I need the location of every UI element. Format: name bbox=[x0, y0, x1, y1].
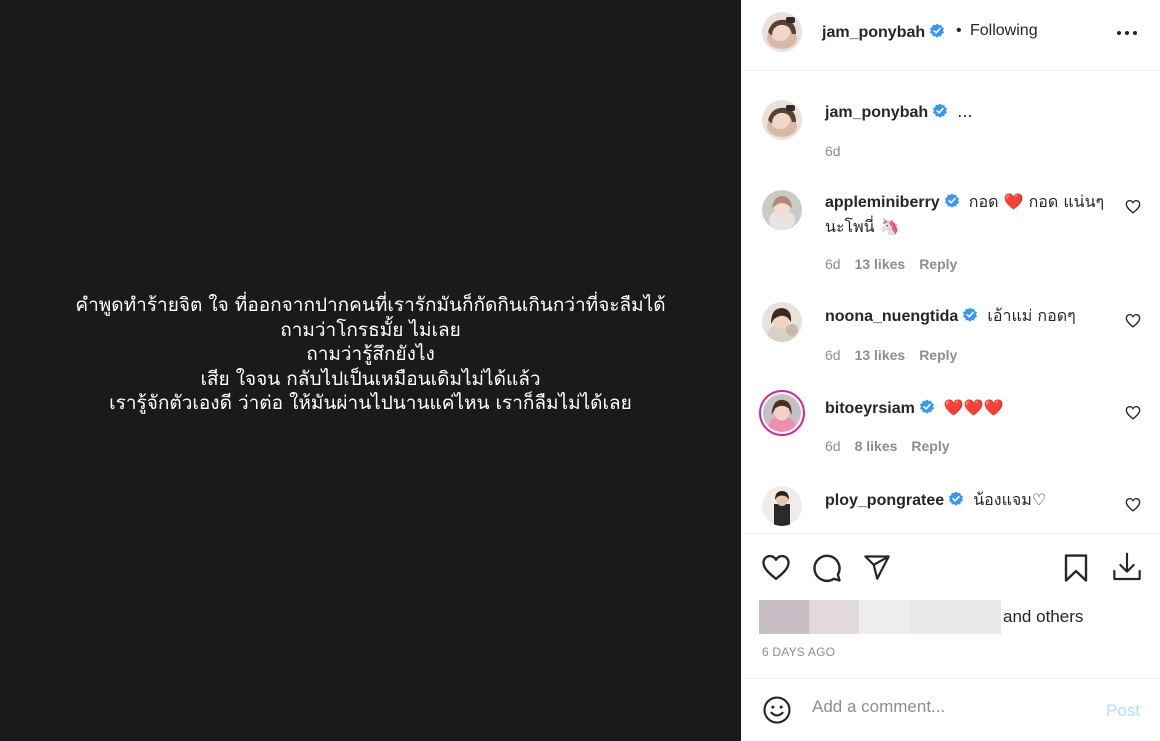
commenter-avatar[interactable] bbox=[759, 390, 805, 436]
comment-meta: 6d 8 likes Reply bbox=[825, 438, 964, 454]
add-comment-bar: Post bbox=[741, 678, 1160, 741]
commenter-avatar[interactable] bbox=[762, 486, 802, 526]
post-actions: and others 6 DAYS AGO bbox=[741, 533, 1160, 678]
comment-input[interactable] bbox=[812, 697, 1082, 717]
comment-like-heart-icon[interactable] bbox=[1125, 199, 1141, 219]
verified-badge-icon bbox=[944, 192, 960, 215]
comment-text: น้องแจม♡ bbox=[973, 490, 1047, 509]
author-avatar[interactable] bbox=[762, 12, 802, 52]
comment-item: appleminiberry กอด ❤️ กอด แน่นๆนะโพนี่ 🦄… bbox=[741, 186, 1160, 286]
comment-item: bitoeyrsiam ❤️❤️❤️ 6d 8 likes Reply bbox=[741, 390, 1160, 472]
comment-username[interactable]: ploy_pongratee bbox=[825, 492, 944, 509]
comment-like-heart-icon[interactable] bbox=[1125, 313, 1141, 333]
liked-by-avatar-blur bbox=[759, 600, 809, 634]
caption-meta: 6d bbox=[825, 143, 855, 159]
comment-likes[interactable]: 13 likes bbox=[855, 256, 906, 272]
caption-time[interactable]: 6d bbox=[825, 143, 841, 159]
post-details-panel: jam_ponybah • Following jam_ponybah ... bbox=[741, 0, 1160, 741]
comment-time[interactable]: 6d bbox=[825, 438, 841, 454]
verified-badge-icon bbox=[919, 398, 935, 421]
comment-time[interactable]: 6d bbox=[825, 256, 841, 272]
liked-by-avatars[interactable] bbox=[759, 600, 1001, 634]
liked-by-text: and others bbox=[1003, 607, 1083, 627]
emoji-icon[interactable] bbox=[762, 695, 792, 730]
download-icon[interactable] bbox=[1111, 551, 1143, 588]
reply-button[interactable]: Reply bbox=[919, 256, 957, 272]
caption-text: ... bbox=[957, 102, 973, 121]
liked-by-others-link[interactable]: others bbox=[1036, 607, 1083, 626]
commenter-avatar[interactable] bbox=[762, 190, 802, 230]
more-horizontal-icon[interactable] bbox=[1116, 24, 1138, 47]
liked-by-avatar-blur bbox=[909, 600, 1001, 634]
comments-list[interactable]: jam_ponybah ... 6d appleminiberry กอด ❤️… bbox=[741, 71, 1160, 533]
verified-badge-icon bbox=[948, 490, 964, 513]
comment-likes[interactable]: 8 likes bbox=[855, 438, 898, 454]
comment-likes[interactable]: 13 likes bbox=[855, 347, 906, 363]
comment-body: appleminiberry กอด ❤️ กอด แน่นๆนะโพนี่ 🦄 bbox=[825, 190, 1110, 238]
verified-badge-icon bbox=[932, 102, 948, 125]
comment-body: noona_nuengtida เอ้าแม่ กอดๆ bbox=[825, 304, 1110, 329]
verified-badge-icon bbox=[962, 306, 978, 329]
comment-text: เอ้าแม่ กอดๆ bbox=[987, 306, 1076, 325]
verified-badge-icon bbox=[929, 23, 945, 44]
comment-username[interactable]: bitoeyrsiam bbox=[825, 400, 915, 417]
post-caption: jam_ponybah ... 6d bbox=[741, 96, 1160, 166]
heart-icon[interactable] bbox=[761, 553, 791, 586]
commenter-avatar[interactable] bbox=[762, 302, 802, 342]
comment-item: ploy_pongratee น้องแจม♡ bbox=[741, 484, 1160, 533]
share-icon[interactable] bbox=[862, 553, 892, 586]
comment-meta: 6d 13 likes Reply bbox=[825, 347, 971, 363]
caption-username[interactable]: jam_ponybah bbox=[825, 104, 928, 121]
comment-text: ❤️❤️❤️ bbox=[943, 398, 1004, 417]
liked-by-avatar-blur bbox=[809, 600, 859, 634]
comment-time[interactable]: 6d bbox=[825, 347, 841, 363]
comment-meta: 6d 13 likes Reply bbox=[825, 256, 971, 272]
caption-avatar[interactable] bbox=[762, 100, 802, 140]
comment-like-heart-icon[interactable] bbox=[1125, 497, 1141, 517]
post-comment-button[interactable]: Post bbox=[1106, 701, 1140, 721]
post-media[interactable]: คำพูดทำร้ายจิต ใจ ที่ออกจากปากคนที่เรารั… bbox=[0, 0, 741, 741]
author-username[interactable]: jam_ponybah bbox=[822, 23, 945, 44]
comment-icon[interactable] bbox=[812, 553, 842, 588]
liked-by-avatar-blur bbox=[859, 600, 909, 634]
comment-body: bitoeyrsiam ❤️❤️❤️ bbox=[825, 396, 1110, 421]
following-button[interactable]: Following bbox=[970, 22, 1038, 40]
comment-username[interactable]: noona_nuengtida bbox=[825, 308, 958, 325]
comment-body: ploy_pongratee น้องแจม♡ bbox=[825, 488, 1110, 513]
post-media-text: คำพูดทำร้ายจิต ใจ ที่ออกจากปากคนที่เรารั… bbox=[75, 294, 666, 415]
comment-username[interactable]: appleminiberry bbox=[825, 194, 940, 211]
bookmark-icon[interactable] bbox=[1063, 553, 1089, 588]
liked-by-and: and bbox=[1003, 607, 1032, 626]
post-header: jam_ponybah • Following bbox=[741, 0, 1160, 71]
reply-button[interactable]: Reply bbox=[919, 347, 957, 363]
header-separator: • bbox=[956, 22, 962, 39]
caption-body: jam_ponybah ... bbox=[825, 100, 1110, 125]
comment-item: noona_nuengtida เอ้าแม่ กอดๆ 6d 13 likes R… bbox=[741, 300, 1160, 380]
post-timestamp[interactable]: 6 DAYS AGO bbox=[762, 645, 835, 659]
reply-button[interactable]: Reply bbox=[911, 438, 949, 454]
comment-like-heart-icon[interactable] bbox=[1125, 405, 1141, 425]
